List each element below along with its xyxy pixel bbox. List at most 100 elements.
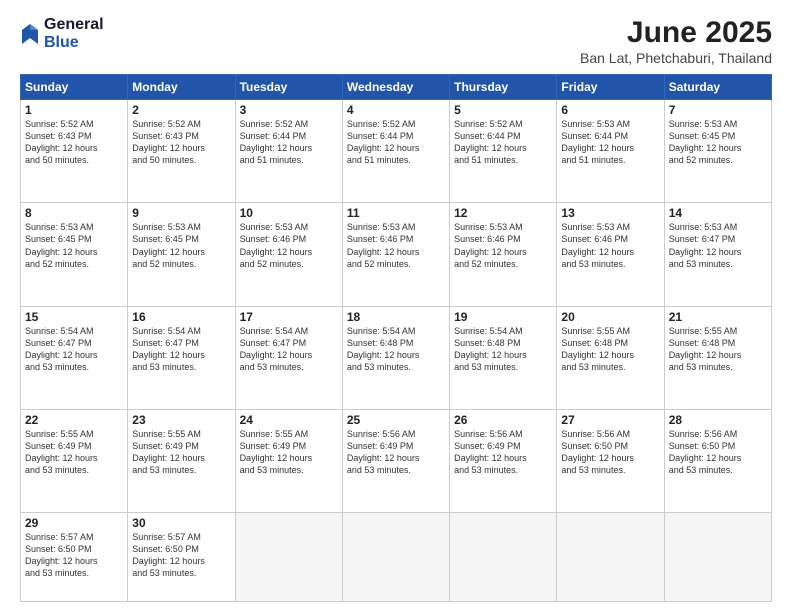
day-info: Sunrise: 5:56 AMSunset: 6:50 PMDaylight:…	[561, 428, 659, 477]
day-number: 25	[347, 413, 445, 427]
day-info: Sunrise: 5:52 AMSunset: 6:43 PMDaylight:…	[25, 118, 123, 167]
day-number: 10	[240, 206, 338, 220]
table-row	[450, 513, 557, 602]
day-info: Sunrise: 5:54 AMSunset: 6:48 PMDaylight:…	[454, 325, 552, 374]
day-info: Sunrise: 5:55 AMSunset: 6:48 PMDaylight:…	[669, 325, 767, 374]
day-number: 24	[240, 413, 338, 427]
table-row: 29Sunrise: 5:57 AMSunset: 6:50 PMDayligh…	[21, 513, 128, 602]
day-number: 17	[240, 310, 338, 324]
day-number: 13	[561, 206, 659, 220]
table-row: 4Sunrise: 5:52 AMSunset: 6:44 PMDaylight…	[342, 100, 449, 203]
col-friday: Friday	[557, 75, 664, 100]
day-number: 9	[132, 206, 230, 220]
day-info: Sunrise: 5:57 AMSunset: 6:50 PMDaylight:…	[25, 531, 123, 580]
col-thursday: Thursday	[450, 75, 557, 100]
table-row: 19Sunrise: 5:54 AMSunset: 6:48 PMDayligh…	[450, 306, 557, 409]
day-number: 4	[347, 103, 445, 117]
table-row: 22Sunrise: 5:55 AMSunset: 6:49 PMDayligh…	[21, 409, 128, 512]
day-info: Sunrise: 5:56 AMSunset: 6:50 PMDaylight:…	[669, 428, 767, 477]
header: General Blue June 2025 Ban Lat, Phetchab…	[20, 16, 772, 66]
table-row: 16Sunrise: 5:54 AMSunset: 6:47 PMDayligh…	[128, 306, 235, 409]
logo-blue: Blue	[44, 34, 104, 52]
table-row: 12Sunrise: 5:53 AMSunset: 6:46 PMDayligh…	[450, 203, 557, 306]
day-info: Sunrise: 5:52 AMSunset: 6:44 PMDaylight:…	[454, 118, 552, 167]
logo-icon	[20, 22, 40, 46]
table-row: 18Sunrise: 5:54 AMSunset: 6:48 PMDayligh…	[342, 306, 449, 409]
table-row: 2Sunrise: 5:52 AMSunset: 6:43 PMDaylight…	[128, 100, 235, 203]
table-row	[342, 513, 449, 602]
day-info: Sunrise: 5:54 AMSunset: 6:47 PMDaylight:…	[25, 325, 123, 374]
table-row: 20Sunrise: 5:55 AMSunset: 6:48 PMDayligh…	[557, 306, 664, 409]
day-info: Sunrise: 5:55 AMSunset: 6:48 PMDaylight:…	[561, 325, 659, 374]
day-number: 5	[454, 103, 552, 117]
table-row: 10Sunrise: 5:53 AMSunset: 6:46 PMDayligh…	[235, 203, 342, 306]
day-number: 21	[669, 310, 767, 324]
col-sunday: Sunday	[21, 75, 128, 100]
day-info: Sunrise: 5:53 AMSunset: 6:45 PMDaylight:…	[669, 118, 767, 167]
day-info: Sunrise: 5:56 AMSunset: 6:49 PMDaylight:…	[347, 428, 445, 477]
day-number: 22	[25, 413, 123, 427]
table-row: 1Sunrise: 5:52 AMSunset: 6:43 PMDaylight…	[21, 100, 128, 203]
table-row: 17Sunrise: 5:54 AMSunset: 6:47 PMDayligh…	[235, 306, 342, 409]
day-info: Sunrise: 5:54 AMSunset: 6:47 PMDaylight:…	[132, 325, 230, 374]
day-info: Sunrise: 5:53 AMSunset: 6:46 PMDaylight:…	[561, 221, 659, 270]
table-row: 11Sunrise: 5:53 AMSunset: 6:46 PMDayligh…	[342, 203, 449, 306]
day-number: 3	[240, 103, 338, 117]
logo-text: General Blue	[44, 16, 104, 51]
logo-general: General	[44, 16, 104, 34]
table-row: 26Sunrise: 5:56 AMSunset: 6:49 PMDayligh…	[450, 409, 557, 512]
table-row: 24Sunrise: 5:55 AMSunset: 6:49 PMDayligh…	[235, 409, 342, 512]
table-row: 15Sunrise: 5:54 AMSunset: 6:47 PMDayligh…	[21, 306, 128, 409]
table-row: 6Sunrise: 5:53 AMSunset: 6:44 PMDaylight…	[557, 100, 664, 203]
day-number: 2	[132, 103, 230, 117]
logo: General Blue	[20, 16, 104, 51]
day-info: Sunrise: 5:53 AMSunset: 6:45 PMDaylight:…	[132, 221, 230, 270]
table-row: 14Sunrise: 5:53 AMSunset: 6:47 PMDayligh…	[664, 203, 771, 306]
col-saturday: Saturday	[664, 75, 771, 100]
day-number: 6	[561, 103, 659, 117]
col-tuesday: Tuesday	[235, 75, 342, 100]
day-info: Sunrise: 5:56 AMSunset: 6:49 PMDaylight:…	[454, 428, 552, 477]
day-info: Sunrise: 5:57 AMSunset: 6:50 PMDaylight:…	[132, 531, 230, 580]
day-info: Sunrise: 5:55 AMSunset: 6:49 PMDaylight:…	[132, 428, 230, 477]
day-info: Sunrise: 5:53 AMSunset: 6:46 PMDaylight:…	[454, 221, 552, 270]
day-number: 11	[347, 206, 445, 220]
col-monday: Monday	[128, 75, 235, 100]
day-number: 26	[454, 413, 552, 427]
table-row	[557, 513, 664, 602]
month-title: June 2025	[580, 16, 772, 50]
table-row: 9Sunrise: 5:53 AMSunset: 6:45 PMDaylight…	[128, 203, 235, 306]
day-info: Sunrise: 5:53 AMSunset: 6:47 PMDaylight:…	[669, 221, 767, 270]
day-info: Sunrise: 5:55 AMSunset: 6:49 PMDaylight:…	[240, 428, 338, 477]
day-number: 30	[132, 516, 230, 530]
col-wednesday: Wednesday	[342, 75, 449, 100]
day-info: Sunrise: 5:52 AMSunset: 6:44 PMDaylight:…	[240, 118, 338, 167]
table-row: 3Sunrise: 5:52 AMSunset: 6:44 PMDaylight…	[235, 100, 342, 203]
table-row: 23Sunrise: 5:55 AMSunset: 6:49 PMDayligh…	[128, 409, 235, 512]
table-row: 28Sunrise: 5:56 AMSunset: 6:50 PMDayligh…	[664, 409, 771, 512]
day-info: Sunrise: 5:52 AMSunset: 6:44 PMDaylight:…	[347, 118, 445, 167]
day-info: Sunrise: 5:54 AMSunset: 6:48 PMDaylight:…	[347, 325, 445, 374]
day-info: Sunrise: 5:53 AMSunset: 6:46 PMDaylight:…	[240, 221, 338, 270]
table-row: 8Sunrise: 5:53 AMSunset: 6:45 PMDaylight…	[21, 203, 128, 306]
table-row: 27Sunrise: 5:56 AMSunset: 6:50 PMDayligh…	[557, 409, 664, 512]
day-number: 14	[669, 206, 767, 220]
day-number: 8	[25, 206, 123, 220]
day-number: 20	[561, 310, 659, 324]
table-row	[664, 513, 771, 602]
day-number: 1	[25, 103, 123, 117]
table-row: 5Sunrise: 5:52 AMSunset: 6:44 PMDaylight…	[450, 100, 557, 203]
page: General Blue June 2025 Ban Lat, Phetchab…	[0, 0, 792, 612]
calendar-table: Sunday Monday Tuesday Wednesday Thursday…	[20, 74, 772, 602]
table-row: 25Sunrise: 5:56 AMSunset: 6:49 PMDayligh…	[342, 409, 449, 512]
table-row: 13Sunrise: 5:53 AMSunset: 6:46 PMDayligh…	[557, 203, 664, 306]
day-number: 28	[669, 413, 767, 427]
day-number: 18	[347, 310, 445, 324]
table-row: 21Sunrise: 5:55 AMSunset: 6:48 PMDayligh…	[664, 306, 771, 409]
day-number: 12	[454, 206, 552, 220]
table-row: 7Sunrise: 5:53 AMSunset: 6:45 PMDaylight…	[664, 100, 771, 203]
day-number: 29	[25, 516, 123, 530]
day-info: Sunrise: 5:53 AMSunset: 6:44 PMDaylight:…	[561, 118, 659, 167]
day-info: Sunrise: 5:53 AMSunset: 6:45 PMDaylight:…	[25, 221, 123, 270]
location: Ban Lat, Phetchaburi, Thailand	[580, 50, 772, 66]
